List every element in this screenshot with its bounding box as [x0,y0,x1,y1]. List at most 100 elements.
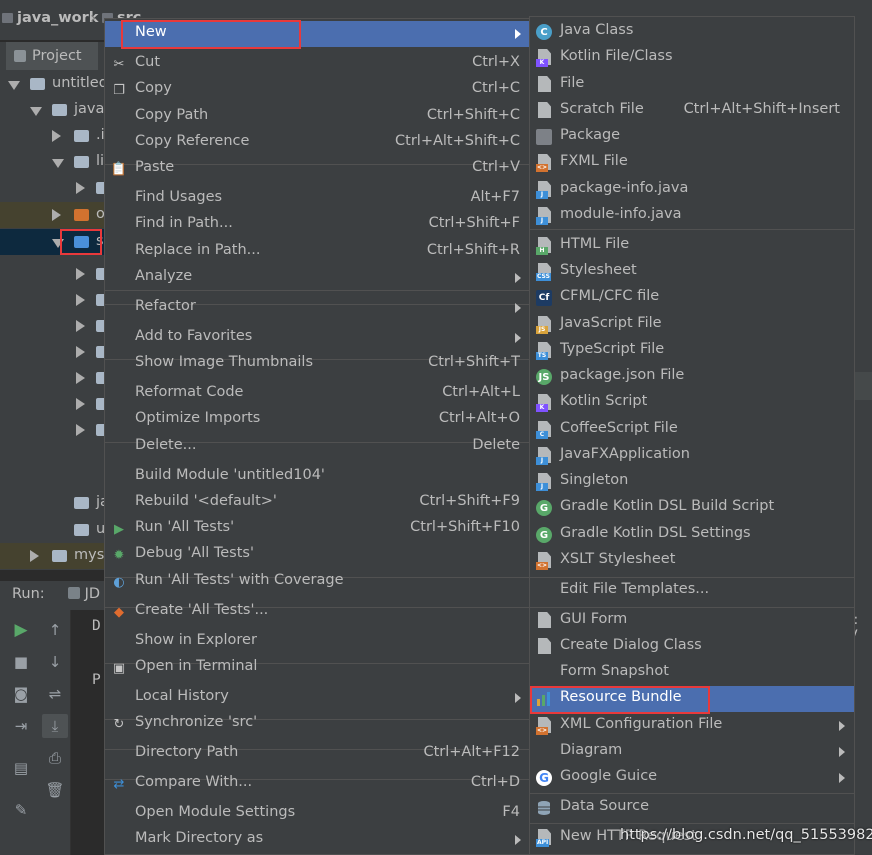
arrow-down-icon[interactable]: ↓ [46,653,64,671]
expand-right-icon[interactable] [76,424,85,436]
menu-item-open-module-settings[interactable]: Open Module Settings F4 [105,801,530,827]
expand-right-icon[interactable] [76,294,85,306]
rerun-icon[interactable]: ▶ [12,620,30,640]
expand-down-icon[interactable] [30,107,42,116]
new-item-fxml-file[interactable]: <> FXML File [530,150,854,176]
expand-right-icon[interactable] [76,182,85,194]
menu-item-optimize-imports[interactable]: Optimize Imports Ctrl+Alt+O [105,407,530,433]
new-item-data-source[interactable]: Data Source [530,795,854,821]
camera-icon[interactable]: ◙ [12,685,30,703]
menu-item-analyze[interactable]: Analyze [105,265,530,291]
expand-right-icon[interactable] [76,320,85,332]
new-item-edit-file-templates[interactable]: Edit File Templates... [530,578,854,604]
stop-icon[interactable]: ■ [12,653,30,671]
expand-down-icon[interactable] [8,81,20,90]
breadcrumb-project[interactable]: java_work [2,10,98,26]
new-item-html-file[interactable]: H HTML File [530,233,854,259]
soft-wrap-icon[interactable]: ⇌ [46,685,64,703]
new-item-create-dialog-class[interactable]: Create Dialog Class [530,634,854,660]
terminal-icon: ▣ [112,660,126,676]
new-item-kotlin-script[interactable]: K Kotlin Script [530,390,854,416]
new-item-package[interactable]: Package [530,124,854,150]
new-item-scratch-file[interactable]: Scratch File Ctrl+Alt+Shift+Insert [530,98,854,124]
menu-item-rebuild-default[interactable]: Rebuild '<default>' Ctrl+Shift+F9 [105,490,530,516]
expand-right-icon[interactable] [76,346,85,358]
menu-item-show-in-explorer[interactable]: Show in Explorer [105,629,530,655]
menu-item-label: Show in Explorer [135,632,257,648]
menu-item-mark-directory-as[interactable]: Mark Directory as [105,827,530,853]
pin-icon[interactable]: ✎ [12,801,30,819]
new-item-file[interactable]: File [530,72,854,98]
expand-right-icon[interactable] [30,550,39,562]
new-item-javascript-file[interactable]: JS JavaScript File [530,312,854,338]
new-item-coffeescript-file[interactable]: C CoffeeScript File [530,417,854,443]
expand-right-icon[interactable] [76,398,85,410]
new-item-kotlin-file-class[interactable]: K Kotlin File/Class [530,45,854,71]
new-item-diagram[interactable]: Diagram [530,739,854,765]
expand-right-icon[interactable] [52,209,61,221]
menu-item-cut[interactable]: ✂ Cut Ctrl+X [105,51,530,77]
folder-icon [52,550,67,562]
menu-item-paste[interactable]: 📋 Paste Ctrl+V [105,156,530,182]
new-item-java-class[interactable]: C Java Class [530,19,854,45]
new-item-package-json-file[interactable]: JS package.json File [530,364,854,390]
new-item-typescript-file[interactable]: TS TypeScript File [530,338,854,364]
menu-item-run-all-tests-with-coverage[interactable]: ◐ Run 'All Tests' with Coverage [105,569,530,595]
menu-item-run-all-tests[interactable]: ▶ Run 'All Tests' Ctrl+Shift+F10 [105,516,530,542]
new-item-javafxapplication[interactable]: J JavaFXApplication [530,443,854,469]
expand-right-icon[interactable] [76,268,85,280]
new-item-gradle-kotlin-dsl-build-script[interactable]: G Gradle Kotlin DSL Build Script [530,495,854,521]
java-file-icon: J [536,181,552,199]
menu-item-create-all-tests[interactable]: ◆ Create 'All Tests'... [105,599,530,625]
menu-item-debug-all-tests[interactable]: ✹ Debug 'All Tests' [105,542,530,568]
scroll-to-end-icon[interactable]: ⤓ [42,714,68,738]
project-tab[interactable]: Project [6,42,98,70]
menu-item-open-in-terminal[interactable]: ▣ Open in Terminal [105,655,530,681]
new-item-package-info-java[interactable]: Jpackage-info.java [530,177,854,203]
menu-item-replace-in-path[interactable]: Replace in Path... Ctrl+Shift+R [105,239,530,265]
sync-icon: ↻ [113,716,125,732]
tree-row-label: li [96,153,105,169]
google-icon: G [536,770,552,786]
new-item-xslt-stylesheet[interactable]: <> XSLT Stylesheet [530,548,854,574]
layout-icon[interactable]: ▤ [12,759,30,777]
menu-item-find-usages[interactable]: Find Usages Alt+F7 [105,186,530,212]
menu-item-find-in-path[interactable]: Find in Path... Ctrl+Shift+F [105,212,530,238]
new-item-gradle-kotlin-dsl-settings[interactable]: G Gradle Kotlin DSL Settings [530,522,854,548]
folder-icon [74,209,89,221]
trash-icon[interactable]: 🗑 [45,781,64,799]
menu-item-build-module-untitled104[interactable]: Build Module 'untitled104' [105,464,530,490]
new-item-stylesheet[interactable]: CSS Stylesheet [530,259,854,285]
menu-item-copy[interactable]: ❐ Copy Ctrl+C [105,77,530,103]
menu-item-copy-path[interactable]: Copy Path Ctrl+Shift+C [105,104,530,130]
menu-item-local-history[interactable]: Local History [105,685,530,711]
menu-item-show-image-thumbnails[interactable]: Show Image Thumbnails Ctrl+Shift+T [105,351,530,377]
menu-item-label: CoffeeScript File [560,420,678,436]
menu-item-add-to-favorites[interactable]: Add to Favorites [105,325,530,351]
menu-item-compare-with[interactable]: ⇄ Compare With... Ctrl+D [105,771,530,797]
expand-right-icon[interactable] [76,372,85,384]
menu-item-label: JavaFXApplication [560,446,690,462]
menu-item-directory-path[interactable]: Directory Path Ctrl+Alt+F12 [105,741,530,767]
menu-item-synchronize-src[interactable]: ↻ Synchronize 'src' [105,711,530,737]
new-item-singleton[interactable]: J Singleton [530,469,854,495]
expand-right-icon[interactable] [52,130,61,142]
new-item-form-snapshot[interactable]: Form Snapshot [530,660,854,686]
menu-item-delete[interactable]: Delete... Delete [105,434,530,460]
new-item-cfml-cfc-file[interactable]: Cf CFML/CFC file [530,285,854,311]
exit-icon[interactable]: ⇥ [12,717,30,735]
new-item-gui-form[interactable]: GUI Form [530,608,854,634]
expand-down-icon[interactable] [52,159,64,168]
arrow-up-icon[interactable]: ↑ [46,621,64,639]
menu-item-label: Java Class [560,22,634,38]
menu-item-label: Optimize Imports [135,410,261,426]
menu-item-refactor[interactable]: Refactor [105,295,530,321]
menu-item-label: Singleton [560,472,629,488]
new-item-module-info-java[interactable]: Jmodule-info.java [530,203,854,229]
run-config-tab[interactable]: JD [68,586,100,602]
menu-item-reformat-code[interactable]: Reformat Code Ctrl+Alt+L [105,381,530,407]
new-item-google-guice[interactable]: G Google Guice [530,765,854,791]
print-icon[interactable]: ⎙ [46,749,64,767]
new-item-xml-configuration-file[interactable]: <> XML Configuration File [530,713,854,739]
menu-item-copy-reference[interactable]: Copy Reference Ctrl+Alt+Shift+C [105,130,530,156]
